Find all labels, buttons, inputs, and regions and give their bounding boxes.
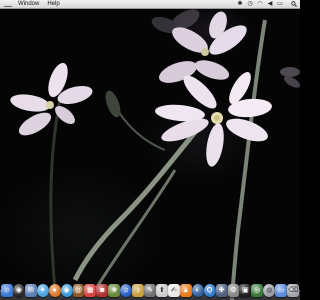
- menu-bar-status-area: ✱ ◷ ◠ ◀ ▭: [233, 1, 300, 7]
- dashboard-icon[interactable]: ◉: [12, 284, 25, 297]
- system-preferences-icon[interactable]: ⚙: [227, 284, 240, 297]
- quicktime-icon[interactable]: Q: [203, 284, 216, 297]
- menu-item-window[interactable]: Window: [18, 0, 39, 8]
- magnifier-glyph: [291, 1, 297, 7]
- iphoto-icon[interactable]: ❀: [108, 284, 121, 297]
- menu-item-help[interactable]: Help: [47, 0, 59, 8]
- spotlight-search-icon[interactable]: [291, 1, 297, 7]
- stem: [72, 118, 207, 282]
- menu-bar: Window Help ✱ ◷ ◠ ◀ ▭: [0, 0, 300, 9]
- vlc-icon[interactable]: ▲: [179, 284, 192, 297]
- photo-booth-icon[interactable]: ◙: [96, 284, 109, 297]
- flower-wallpaper-art: [10, 9, 300, 300]
- activity-monitor-icon[interactable]: ◎: [251, 284, 264, 297]
- terminal-icon[interactable]: ▣: [239, 284, 252, 297]
- utility-icon[interactable]: ✎: [144, 284, 156, 297]
- clock-icon[interactable]: ◷: [247, 1, 253, 7]
- camino-icon[interactable]: ◐: [191, 284, 204, 297]
- dock: ☺ ◉ ✉ ✦ ● ◉ @ ▦ ◙ ❀ ♫ ♪ ✎ ⬆ ✍ ▲ ◐ Q ✚ ⚙ ▣ ◎ ◍ ▭ ⌫: [0, 278, 300, 300]
- preview-icon[interactable]: ⬆: [155, 284, 168, 297]
- mail-icon[interactable]: ✉: [24, 284, 37, 297]
- menu-item-partial[interactable]: [4, 1, 12, 7]
- wifi-icon[interactable]: ◠: [257, 1, 263, 7]
- firefox-icon[interactable]: ●: [48, 284, 61, 297]
- battery-icon[interactable]: ▭: [277, 1, 283, 7]
- safari-icon[interactable]: ✦: [36, 284, 49, 297]
- garageband-icon[interactable]: ♪: [132, 284, 145, 297]
- folder-icon[interactable]: ▭: [275, 284, 288, 297]
- flower-left: [10, 62, 93, 136]
- stem: [93, 169, 177, 291]
- app-store-icon[interactable]: ✚: [215, 284, 228, 297]
- calendar-icon[interactable]: ▦: [84, 284, 97, 297]
- menu-bar-left: Window Help: [0, 0, 68, 8]
- address-book-icon[interactable]: @: [72, 284, 85, 297]
- itunes-icon[interactable]: ♫: [120, 284, 133, 297]
- finder-icon[interactable]: ☺: [1, 284, 13, 297]
- stem: [230, 19, 267, 300]
- volume-icon[interactable]: ◀: [267, 1, 273, 7]
- background-flower: [280, 67, 300, 88]
- dock-icon-row: ☺ ◉ ✉ ✦ ● ◉ @ ▦ ◙ ❀ ♫ ♪ ✎ ⬆ ✍ ▲ ◐ Q ✚ ⚙ ▣ ◎ ◍ ▭ ⌫: [0, 284, 300, 297]
- stem: [49, 99, 62, 291]
- bluetooth-icon[interactable]: ✱: [237, 1, 243, 7]
- ichat-icon[interactable]: ◉: [60, 284, 73, 297]
- textedit-icon[interactable]: ✍: [167, 284, 180, 297]
- disk-utility-icon[interactable]: ◍: [263, 284, 276, 297]
- desktop-wallpaper: [0, 0, 300, 300]
- trash-icon[interactable]: ⌫: [287, 284, 300, 297]
